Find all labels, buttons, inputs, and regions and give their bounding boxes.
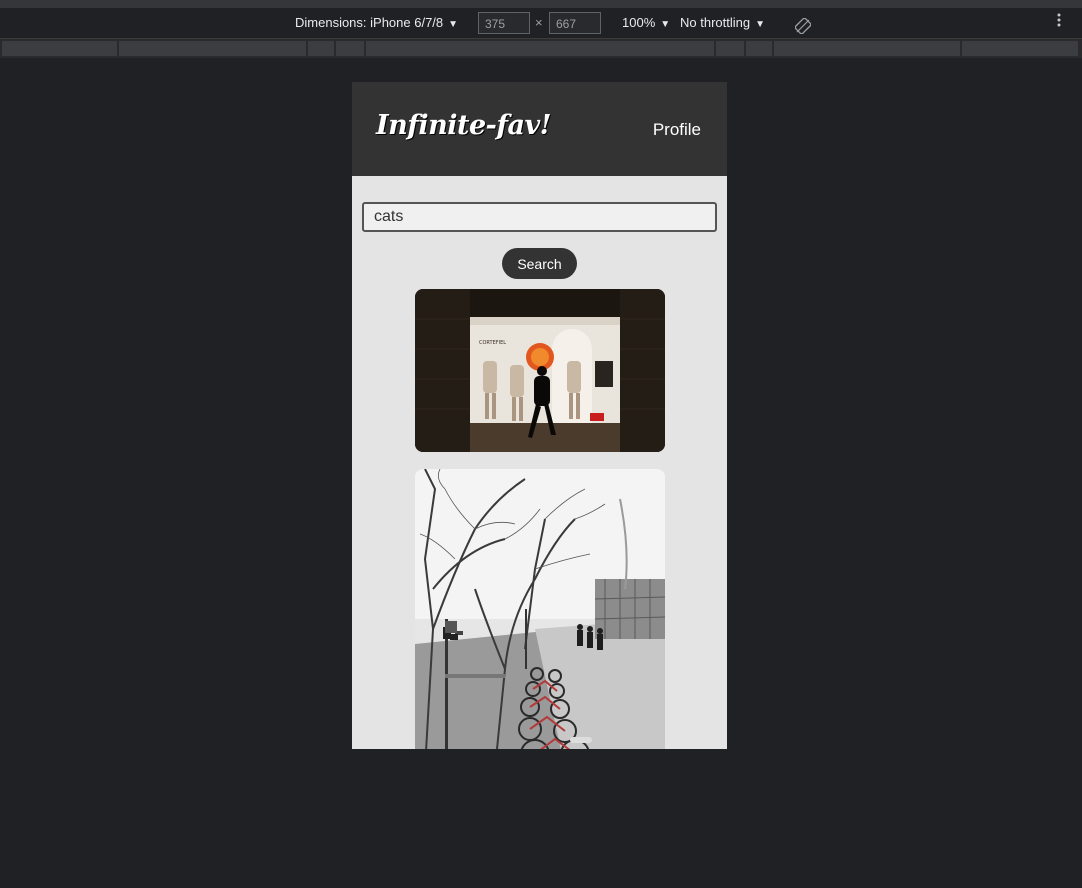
zoom-label: 100% bbox=[622, 15, 656, 30]
media-query-segment[interactable] bbox=[962, 41, 1078, 56]
width-input[interactable]: 375 bbox=[478, 12, 530, 34]
media-query-bar bbox=[0, 39, 1082, 58]
result-image[interactable]: CORTEFIEL bbox=[415, 289, 665, 452]
media-query-segment[interactable] bbox=[746, 41, 772, 56]
media-query-segment[interactable] bbox=[308, 41, 334, 56]
media-query-segment[interactable] bbox=[774, 41, 960, 56]
result-image[interactable] bbox=[415, 469, 665, 749]
device-viewport: Infinite-fav! Profile Search bbox=[352, 82, 727, 749]
times-separator: × bbox=[535, 15, 543, 30]
chevron-down-icon: ▼ bbox=[755, 19, 765, 30]
profile-link[interactable]: Profile bbox=[653, 120, 701, 140]
app-logo[interactable]: Infinite-fav! bbox=[376, 110, 552, 141]
rotate-icon[interactable] bbox=[794, 15, 812, 35]
media-query-segment[interactable] bbox=[336, 41, 364, 56]
dimensions-dropdown[interactable]: Dimensions: iPhone 6/7/8 ▼ bbox=[295, 8, 458, 38]
search-button[interactable]: Search bbox=[502, 248, 577, 279]
media-query-segment[interactable] bbox=[366, 41, 714, 56]
media-query-segment[interactable] bbox=[119, 41, 306, 56]
app-header: Infinite-fav! Profile bbox=[352, 82, 727, 176]
device-toolbar: Dimensions: iPhone 6/7/8 ▼ 375 × 667 100%… bbox=[0, 8, 1082, 39]
media-query-segment[interactable] bbox=[2, 41, 117, 56]
browser-top-strip bbox=[0, 0, 1082, 8]
chevron-down-icon: ▼ bbox=[660, 19, 671, 30]
zoom-dropdown[interactable]: 100% ▼ bbox=[622, 8, 670, 38]
throttling-dropdown[interactable]: No throttling ▼ bbox=[680, 8, 765, 38]
search-input[interactable] bbox=[362, 202, 717, 232]
media-query-segment[interactable] bbox=[716, 41, 744, 56]
dimensions-label: Dimensions: iPhone 6/7/8 bbox=[295, 15, 444, 30]
height-input[interactable]: 667 bbox=[549, 12, 601, 34]
more-vertical-icon[interactable] bbox=[1053, 8, 1065, 38]
chevron-down-icon: ▼ bbox=[448, 19, 459, 30]
svg-text:CORTEFIEL: CORTEFIEL bbox=[479, 340, 506, 346]
throttling-label: No throttling bbox=[680, 15, 751, 30]
